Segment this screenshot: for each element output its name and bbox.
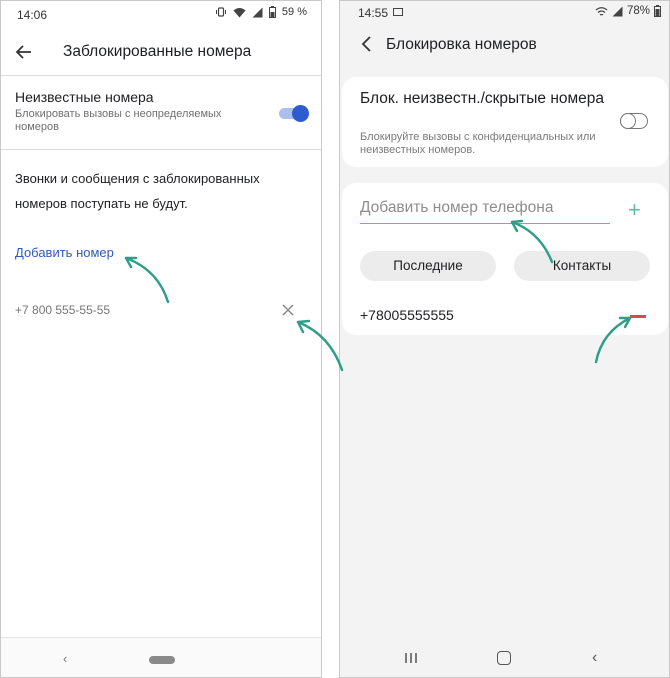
right-phone-screen: 14:55 78% Блокировка номеров Блок. неизв… xyxy=(339,0,670,678)
page-title: Блокировка номеров xyxy=(386,36,537,53)
battery-percent: 78% xyxy=(626,5,650,17)
app-bar: Заблокированные номера xyxy=(1,29,321,75)
recent-button[interactable]: Последние xyxy=(360,251,496,281)
wifi-icon xyxy=(595,6,608,16)
blocked-info-text: Звонки и сообщения с заблокированных ном… xyxy=(15,171,260,211)
navigation-bar: ‹ xyxy=(340,637,669,677)
unknown-numbers-toggle[interactable] xyxy=(279,105,309,122)
gallery-notification-icon xyxy=(393,8,403,16)
status-time: 14:55 xyxy=(358,6,389,20)
remove-close-icon[interactable] xyxy=(281,303,295,317)
back-arrow-icon[interactable] xyxy=(13,41,35,63)
app-bar: Блокировка номеров xyxy=(340,25,669,69)
divider xyxy=(1,75,321,76)
unknown-numbers-card[interactable]: Блок. неизвестн./скрытые номера Блокируй… xyxy=(342,77,668,167)
add-plus-icon[interactable]: + xyxy=(628,199,641,221)
remove-minus-icon[interactable] xyxy=(630,315,646,318)
battery-icon xyxy=(268,6,276,18)
nav-home-pill[interactable] xyxy=(149,656,175,664)
left-phone-screen: 14:06 59 % Заблокированные номера Неизве… xyxy=(0,0,322,678)
unknown-numbers-title: Неизвестные номера xyxy=(15,89,154,105)
add-number-link[interactable]: Добавить номер xyxy=(15,245,114,260)
wifi-icon xyxy=(233,7,246,17)
navigation-bar: ‹ xyxy=(1,637,321,677)
contacts-button[interactable]: Контакты xyxy=(514,251,650,281)
unknown-numbers-title: Блок. неизвестн./скрытые номера xyxy=(360,90,605,107)
phone-number-input[interactable]: Добавить номер телефона xyxy=(360,199,610,224)
battery-icon xyxy=(654,5,661,17)
status-time: 14:06 xyxy=(17,8,48,22)
blocked-number: +7 800 555-55-55 xyxy=(15,303,111,317)
add-number-card: Добавить номер телефона + Последние Конт… xyxy=(342,183,668,335)
status-bar: 14:55 78% xyxy=(340,1,669,25)
back-chevron-icon[interactable] xyxy=(360,35,374,53)
page-title: Заблокированные номера xyxy=(63,43,252,60)
nav-back-icon[interactable]: ‹ xyxy=(63,651,67,666)
blocked-number: +78005555555 xyxy=(360,307,454,323)
unknown-numbers-subtitle: Блокируйте вызовы с конфиденциальных или… xyxy=(360,131,596,156)
status-bar: 14:06 59 % xyxy=(1,1,321,29)
divider xyxy=(1,149,321,150)
nav-home-icon[interactable] xyxy=(497,651,511,665)
nav-back-icon[interactable]: ‹ xyxy=(592,649,597,667)
unknown-numbers-subtitle: Блокировать вызовы с неопределяемых номе… xyxy=(15,108,222,133)
signal-icon xyxy=(612,6,623,16)
nav-recent-apps-icon[interactable] xyxy=(404,652,418,664)
signal-icon xyxy=(252,7,263,17)
unknown-numbers-setting[interactable]: Неизвестные номера Блокировать вызовы с … xyxy=(15,89,255,134)
vibrate-icon xyxy=(215,7,226,17)
unknown-numbers-toggle[interactable] xyxy=(619,112,648,129)
battery-percent: 59 % xyxy=(281,6,307,18)
